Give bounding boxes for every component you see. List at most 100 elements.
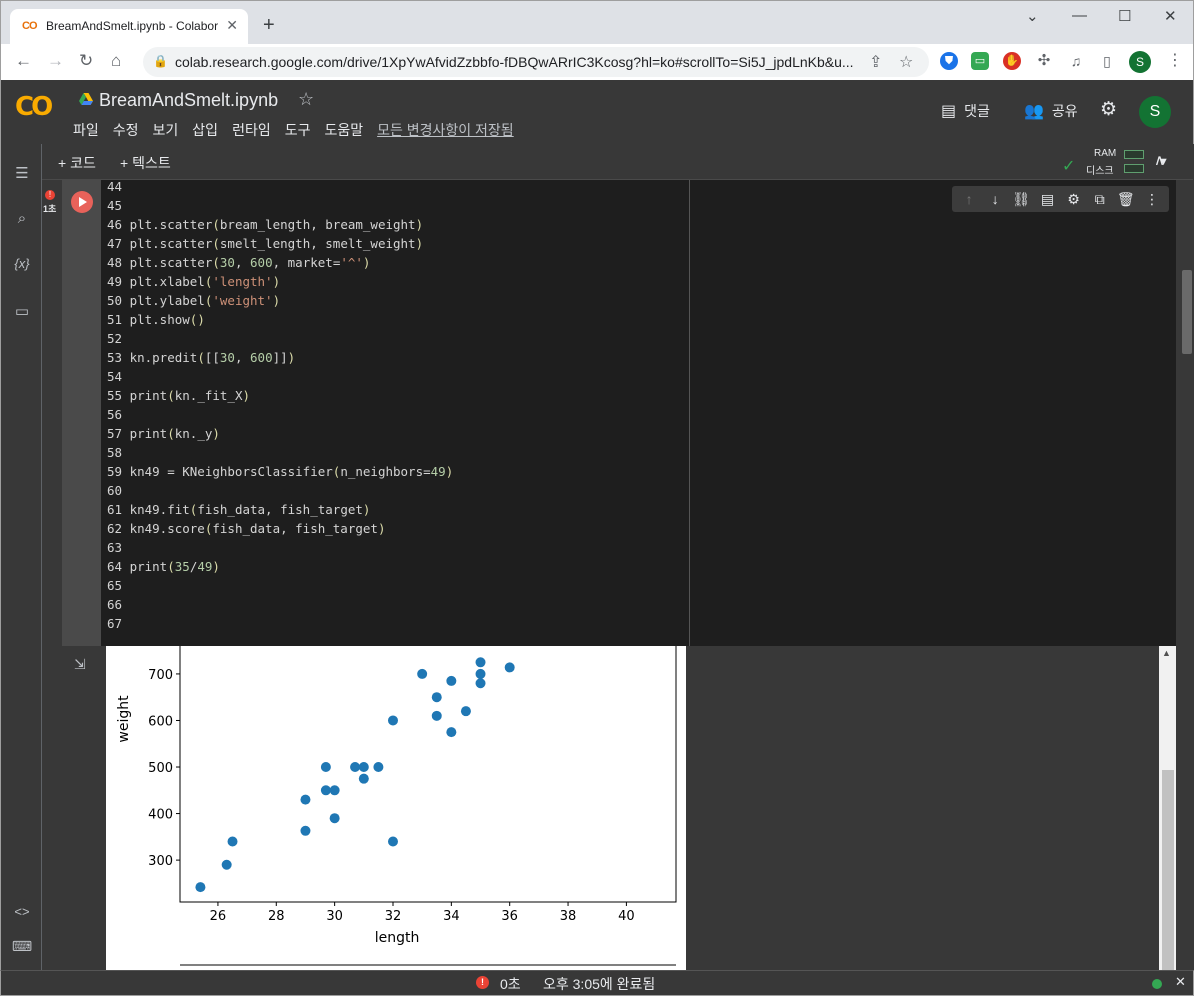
code-line[interactable]: 59 kn49 = KNeighborsClassifier(n_neighbo… xyxy=(107,462,453,481)
code-line[interactable]: 45 xyxy=(107,196,130,215)
browser-profile-avatar[interactable]: S xyxy=(1129,51,1151,73)
code-text[interactable]: kn.predit([[30, 600]]) xyxy=(130,350,296,365)
code-line[interactable]: 64 print(35/49) xyxy=(107,557,220,576)
move-down-icon[interactable]: ↓ xyxy=(985,191,1005,207)
output-actions-icon[interactable]: ⇲ xyxy=(74,656,86,673)
menu-runtime[interactable]: 런타임 xyxy=(232,120,271,140)
home-icon[interactable]: ⌂ xyxy=(111,51,121,71)
notebook-title[interactable]: BreamAndSmelt.ipynb xyxy=(99,90,278,111)
new-tab-icon[interactable]: + xyxy=(263,15,275,35)
code-snippets-icon[interactable]: <> xyxy=(11,904,33,919)
code-line[interactable]: 55 print(kn._fit_X) xyxy=(107,386,250,405)
window-close-icon[interactable]: ✕ xyxy=(1164,7,1177,25)
code-text[interactable]: print(kn._y) xyxy=(130,426,220,441)
code-line[interactable]: 58 xyxy=(107,443,130,462)
code-text[interactable]: plt.ylabel('weight') xyxy=(130,293,281,308)
settings-gear-icon[interactable]: ⚙ xyxy=(1100,98,1117,121)
code-line[interactable]: 56 xyxy=(107,405,130,424)
code-line[interactable]: 57 print(kn._y) xyxy=(107,424,220,443)
code-editor[interactable]: 44 45 46 plt.scatter(bream_length, bream… xyxy=(101,180,689,646)
run-cell-button[interactable] xyxy=(71,191,93,213)
code-text[interactable]: kn49.score(fish_data, fish_target) xyxy=(130,521,386,536)
code-text[interactable]: plt.show() xyxy=(130,312,205,327)
code-line[interactable]: 65 xyxy=(107,576,130,595)
menu-insert[interactable]: 삽입 xyxy=(192,120,218,140)
adblock-extension-icon[interactable]: ✋ xyxy=(1003,52,1021,70)
media-control-icon[interactable]: ♫ xyxy=(1067,52,1085,70)
bitwarden-extension-icon[interactable]: ⛊ xyxy=(940,52,958,70)
main-scroll-thumb[interactable] xyxy=(1182,270,1192,354)
output-scroll-thumb[interactable] xyxy=(1162,770,1174,970)
scroll-up-arrow-icon[interactable]: ▲ xyxy=(1162,648,1171,658)
reload-icon[interactable]: ↻ xyxy=(79,51,93,71)
comment-button[interactable]: ▤ 댓글 xyxy=(941,101,990,121)
share-button[interactable]: 👥 공유 xyxy=(1024,101,1078,121)
cell-settings-icon[interactable]: ⚙ xyxy=(1064,191,1084,208)
address-bar[interactable]: 🔒 colab.research.google.com/drive/1XpYwA… xyxy=(143,47,929,77)
menu-tools[interactable]: 도구 xyxy=(285,120,311,140)
save-status-link[interactable]: 모든 변경사항이 저장됨 xyxy=(377,120,514,140)
forward-arrow-icon[interactable]: → xyxy=(47,51,64,71)
code-line[interactable]: 60 xyxy=(107,481,130,500)
browser-tab[interactable]: CO BreamAndSmelt.ipynb - Colabor ✕ xyxy=(10,9,248,45)
comment-cell-icon[interactable]: ▤ xyxy=(1037,191,1057,208)
code-line[interactable]: 52 xyxy=(107,329,130,348)
user-avatar[interactable]: S xyxy=(1139,96,1171,128)
add-code-button[interactable]: + 코드 xyxy=(58,153,96,173)
code-line[interactable]: 63 xyxy=(107,538,130,557)
search-icon[interactable]: ⌕ xyxy=(11,210,33,227)
side-panel-icon[interactable]: ▯ xyxy=(1098,52,1116,70)
table-of-contents-icon[interactable]: ☰ xyxy=(11,164,33,182)
tab-search-icon[interactable]: ⌄ xyxy=(1026,7,1039,25)
maximize-icon[interactable]: ☐ xyxy=(1118,7,1131,25)
code-line[interactable]: 50 plt.ylabel('weight') xyxy=(107,291,280,310)
share-page-icon[interactable]: ⇪ xyxy=(869,52,882,72)
url-text[interactable]: colab.research.google.com/drive/1XpYwAfv… xyxy=(175,54,867,70)
menu-file[interactable]: 파일 xyxy=(73,120,99,140)
code-line[interactable]: 66 xyxy=(107,595,130,614)
command-palette-icon[interactable]: ⌨ xyxy=(11,938,33,955)
code-text[interactable]: kn49 = KNeighborsClassifier(n_neighbors=… xyxy=(130,464,454,479)
add-text-button[interactable]: + 텍스트 xyxy=(120,153,171,173)
menu-view[interactable]: 보기 xyxy=(153,120,179,140)
code-line[interactable]: 48 plt.scatter(30, 600, market='^') xyxy=(107,253,370,272)
code-text[interactable]: plt.scatter(smelt_length, smelt_weight) xyxy=(130,236,424,251)
code-line[interactable]: 44 xyxy=(107,180,130,196)
code-line[interactable]: 53 kn.predit([[30, 600]]) xyxy=(107,348,295,367)
more-options-icon[interactable]: ⋮ xyxy=(1142,191,1162,208)
code-cell[interactable]: ! 1초 44 45 46 plt.scatter(bream_length, … xyxy=(42,180,1176,646)
collapse-header-icon[interactable]: ∧ xyxy=(1154,151,1165,169)
delete-icon[interactable]: 🗑 xyxy=(1116,191,1136,208)
code-line[interactable]: 67 xyxy=(107,614,130,633)
code-line[interactable]: 49 plt.xlabel('length') xyxy=(107,272,280,291)
code-text[interactable]: print(kn._fit_X) xyxy=(130,388,250,403)
mirror-cell-icon[interactable]: ⧉ xyxy=(1090,191,1110,208)
lock-icon[interactable]: 🔒 xyxy=(153,54,168,68)
editor-right-area[interactable] xyxy=(689,180,1176,646)
extensions-puzzle-icon[interactable]: ✣ xyxy=(1035,52,1053,70)
code-text[interactable]: kn49.fit(fish_data, fish_target) xyxy=(130,502,371,517)
back-arrow-icon[interactable]: ← xyxy=(15,51,32,71)
code-text[interactable]: print(35/49) xyxy=(130,559,220,574)
code-text[interactable]: plt.xlabel('length') xyxy=(130,274,281,289)
tab-close-icon[interactable]: ✕ xyxy=(226,17,238,34)
files-folder-icon[interactable]: ▭ xyxy=(11,302,33,320)
screen-extension-icon[interactable]: ▭ xyxy=(971,52,989,70)
status-error-icon[interactable]: ! xyxy=(476,976,489,989)
move-up-icon[interactable]: ↑ xyxy=(959,191,979,207)
code-line[interactable]: 54 xyxy=(107,367,130,386)
colab-logo[interactable]: CO xyxy=(15,92,53,122)
variables-icon[interactable]: {x} xyxy=(11,256,33,271)
status-close-icon[interactable]: ✕ xyxy=(1175,974,1186,990)
menu-help[interactable]: 도움말 xyxy=(324,120,363,140)
code-line[interactable]: 61 kn49.fit(fish_data, fish_target) xyxy=(107,500,370,519)
browser-menu-icon[interactable]: ⋮ xyxy=(1167,50,1183,70)
code-text[interactable]: plt.scatter(30, 600, market='^') xyxy=(130,255,371,270)
code-line[interactable]: 62 kn49.score(fish_data, fish_target) xyxy=(107,519,385,538)
star-icon[interactable]: ☆ xyxy=(298,89,314,110)
bookmark-star-icon[interactable]: ☆ xyxy=(899,52,913,72)
code-text[interactable]: plt.scatter(bream_length, bream_weight) xyxy=(130,217,424,232)
code-line[interactable]: 47 plt.scatter(smelt_length, smelt_weigh… xyxy=(107,234,423,253)
link-icon[interactable]: ⛓ xyxy=(1011,191,1031,208)
code-line[interactable]: 51 plt.show() xyxy=(107,310,205,329)
